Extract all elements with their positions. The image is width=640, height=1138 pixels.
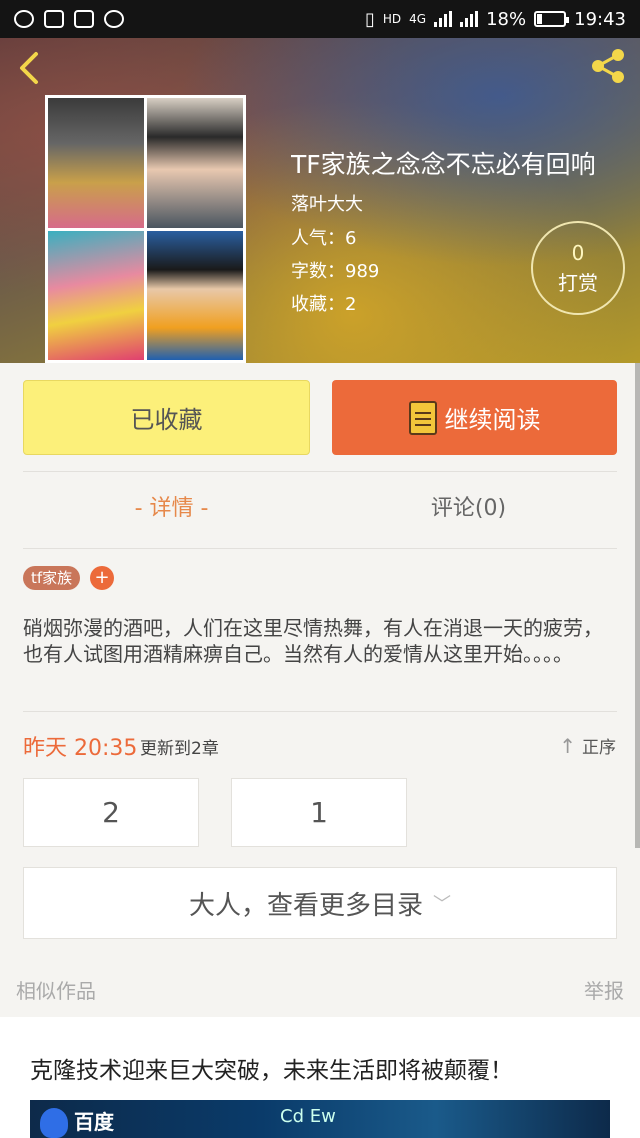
tab-comments[interactable]: 评论(0) — [320, 490, 617, 522]
add-tag-button[interactable]: + — [90, 566, 114, 590]
sort-toggle[interactable]: ↑ 正序 — [559, 733, 616, 759]
reward-label: 打赏 — [558, 271, 598, 295]
cover-photo-4 — [147, 230, 243, 360]
share-icon — [592, 49, 624, 83]
book-description: 硝烟弥漫的酒吧，人们在这里尽情热舞，有人在消退一天的疲劳，也有人试图用酒精麻痹自… — [23, 616, 603, 666]
report-link[interactable]: 举报 — [584, 975, 624, 1004]
author-name[interactable]: 落叶大大 — [291, 190, 363, 216]
book-icon — [408, 400, 437, 435]
popularity-stat: 人气：6 — [291, 228, 357, 249]
ad-brand: 百度 — [74, 1110, 114, 1134]
update-text: 更新到2章 — [140, 739, 219, 759]
update-time: 昨天 20:35 — [23, 736, 138, 761]
ad-card[interactable]: 克隆技术迎来巨大突破，未来生活即将被颠覆！ 百度 Cd Ew — [0, 1017, 640, 1138]
continue-reading-button[interactable]: 继续阅读 — [332, 380, 617, 455]
baidu-logo-icon — [40, 1108, 68, 1138]
tag-chip[interactable]: tf家族 — [23, 566, 81, 590]
collected-label: 已收藏 — [130, 406, 203, 434]
divider — [23, 471, 617, 472]
book-header: TF家族之念念不忘必有回响 落叶大大 人气：6 字数：989 收藏：2 0 打赏 — [0, 38, 640, 363]
arrow-up-icon: ↑ — [559, 733, 576, 758]
book-cover[interactable] — [45, 95, 246, 363]
book-title: TF家族之念念不忘必有回响 — [291, 150, 596, 179]
ad-chem-label: Cd Ew — [280, 1106, 336, 1127]
clock: 19:43 — [574, 8, 626, 30]
ad-title[interactable]: 克隆技术迎来巨大突破，未来生活即将被颠覆！ — [30, 1051, 513, 1085]
continue-reading-label: 继续阅读 — [444, 406, 541, 434]
back-icon — [20, 52, 38, 84]
add-box-icon — [74, 10, 94, 28]
cover-photo-2 — [147, 98, 243, 228]
vibrate-icon: ▯ — [365, 8, 375, 30]
chat-icon — [14, 10, 34, 28]
scrollbar[interactable] — [635, 363, 640, 848]
chapter-button[interactable]: 2 — [23, 778, 199, 847]
collected-button[interactable]: 已收藏 — [23, 380, 310, 455]
similar-works-heading: 相似作品 — [16, 979, 96, 1003]
chapter-button[interactable]: 1 — [231, 778, 407, 847]
reward-count: 0 — [571, 241, 585, 265]
back-button[interactable] — [14, 50, 50, 86]
image-icon — [44, 10, 64, 28]
share-button[interactable] — [588, 46, 628, 86]
divider — [23, 711, 617, 712]
reward-button[interactable]: 0 打赏 — [531, 221, 625, 315]
cover-photo-3 — [48, 230, 144, 360]
more-toc-label: 大人，查看更多目录 — [188, 890, 423, 921]
more-icon — [104, 10, 124, 28]
status-bar: ▯ HD 4G 18% 19:43 — [0, 0, 640, 38]
tab-details[interactable]: - 详情 - — [23, 490, 320, 522]
favorites-stat: 收藏：2 — [291, 294, 357, 315]
sort-label: 正序 — [582, 738, 616, 758]
hd-icon: HD — [382, 12, 402, 26]
ad-banner[interactable]: 百度 Cd Ew — [30, 1100, 610, 1138]
cover-photo-1 — [48, 98, 144, 228]
battery-percent: 18% — [486, 8, 527, 30]
signal-icon-2 — [460, 11, 479, 27]
chevron-down-icon: ﹀ — [433, 894, 451, 915]
signal-icon — [434, 11, 453, 27]
word-count-stat: 字数：989 — [291, 261, 380, 282]
network-type: 4G — [409, 12, 427, 26]
more-toc-button[interactable]: 大人，查看更多目录 ﹀ — [23, 867, 617, 939]
divider — [23, 548, 617, 549]
battery-icon — [534, 11, 570, 27]
